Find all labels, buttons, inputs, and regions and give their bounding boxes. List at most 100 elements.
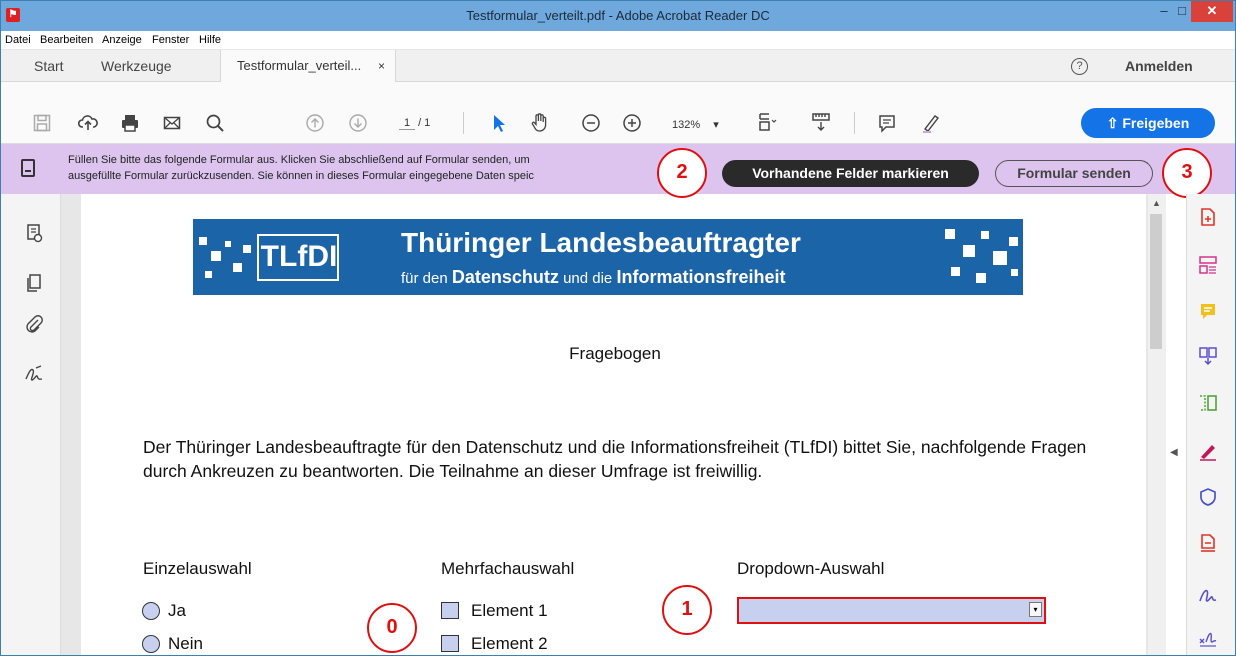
banner-subtitle-part: für den: [401, 270, 448, 287]
page-indicator: 1 / 1: [399, 117, 430, 130]
banner-pixel: [963, 245, 975, 257]
highlight-pen-icon[interactable]: [920, 112, 942, 134]
menu-window[interactable]: Fenster: [152, 34, 189, 46]
share-button[interactable]: ⇧ Freigeben: [1081, 108, 1215, 138]
acrobat-window: ⚑ Testformular_verteilt.pdf - Adobe Acro…: [0, 0, 1236, 656]
tab-start[interactable]: Start: [34, 50, 64, 82]
comment-icon[interactable]: [1198, 301, 1218, 321]
zoom-in-icon[interactable]: [621, 112, 643, 134]
page-number-input[interactable]: 1: [399, 117, 415, 130]
dropdown-label: Dropdown-Auswahl: [737, 559, 885, 578]
fill-sign-icon[interactable]: [1198, 441, 1218, 461]
window-title: Testformular_verteilt.pdf - Adobe Acroba…: [466, 8, 770, 23]
page-down-icon[interactable]: [347, 112, 369, 134]
pages-comment-icon[interactable]: [24, 223, 44, 243]
save-icon[interactable]: [31, 112, 53, 134]
document-heading-text: Fragebogen: [569, 344, 661, 363]
highlight-fields-button[interactable]: Vorhandene Felder markieren: [722, 160, 979, 187]
banner-pixel: [199, 237, 207, 245]
more-tools-icon[interactable]: [1198, 627, 1218, 647]
search-icon[interactable]: [204, 112, 226, 134]
collapse-right-panel-icon[interactable]: ◀: [1170, 447, 1178, 458]
banner-pixel: [945, 229, 955, 239]
help-icon[interactable]: ?: [1071, 58, 1088, 75]
attachment-icon[interactable]: [24, 314, 44, 334]
menu-edit[interactable]: Bearbeiten: [40, 34, 93, 46]
callout-0: 0: [367, 603, 417, 653]
page-up-icon[interactable]: [304, 112, 326, 134]
callout-2: 2: [657, 148, 707, 198]
multi-choice-label: Mehrfachauswahl: [441, 559, 575, 578]
protect-icon[interactable]: [1198, 487, 1218, 507]
comment-icon[interactable]: [876, 112, 898, 134]
banner-pixel: [951, 267, 960, 276]
create-pdf-icon[interactable]: [1198, 533, 1218, 553]
zoom-select[interactable]: 132% ▾: [672, 118, 719, 131]
toolbar-separator: [463, 112, 464, 134]
radio-no-label: Nein: [168, 634, 203, 653]
banner-pixel: [981, 231, 989, 239]
callout-1: 1: [662, 585, 712, 635]
banner-pixel: [205, 271, 212, 278]
checkbox-element-2[interactable]: [441, 635, 459, 652]
page-total: / 1: [418, 117, 431, 129]
print-icon[interactable]: [119, 112, 141, 134]
banner-subtitle-part: Informationsfreiheit: [616, 267, 786, 287]
document-paragraph: Der Thüringer Landesbeauftragte für den …: [143, 437, 1087, 481]
scroll-mode-icon[interactable]: [810, 111, 832, 133]
banner-subtitle: für den Datenschutz und die Informations…: [401, 267, 785, 288]
copy-pages-icon[interactable]: [24, 273, 44, 293]
banner-pixel: [243, 245, 251, 253]
banner-pixel: [233, 263, 242, 272]
tab-document[interactable]: Testformular_verteil... ×: [220, 50, 396, 82]
single-choice-label: Einzelauswahl: [143, 559, 252, 578]
scrollbar-thumb[interactable]: [1150, 214, 1162, 349]
checkbox-element-2-label: Element 2: [471, 634, 548, 653]
form-message: Füllen Sie bitte das folgende Formular a…: [68, 152, 668, 184]
form-message-line2: ausgefüllte Formular zurückzusenden. Sie…: [68, 170, 534, 182]
checkbox-element-1[interactable]: [441, 602, 459, 619]
title-bar: ⚑ Testformular_verteilt.pdf - Adobe Acro…: [1, 1, 1235, 31]
tlfdi-logo-text: TLfDI: [260, 240, 338, 273]
dropdown-field[interactable]: [737, 597, 1046, 624]
zoom-out-icon[interactable]: [580, 112, 602, 134]
banner-pixel: [225, 241, 231, 247]
zoom-value: 132%: [672, 119, 701, 131]
form-document-icon: [21, 159, 35, 177]
banner-pixel: [1009, 237, 1018, 246]
select-arrow-icon[interactable]: [488, 112, 510, 134]
menu-view[interactable]: Anzeige: [102, 34, 142, 46]
organize-pages-icon[interactable]: [1198, 255, 1218, 275]
combine-files-icon[interactable]: [1198, 346, 1218, 366]
left-navigation-rail: [1, 194, 61, 655]
form-message-line1: Füllen Sie bitte das folgende Formular a…: [68, 154, 530, 166]
tab-close-button[interactable]: ×: [378, 50, 385, 82]
close-window-button[interactable]: ✕: [1191, 1, 1233, 22]
menu-help[interactable]: Hilfe: [199, 34, 221, 46]
banner-pixel: [993, 251, 1007, 265]
fit-page-icon[interactable]: [756, 111, 778, 133]
radio-yes[interactable]: [142, 602, 160, 620]
edit-pdf-icon[interactable]: [1198, 393, 1218, 413]
scroll-up-icon[interactable]: ▲: [1152, 198, 1161, 208]
dropdown-arrow-icon[interactable]: ▾: [1029, 602, 1042, 617]
banner-subtitle-part: Datenschutz: [451, 267, 559, 287]
submit-form-button[interactable]: Formular senden: [995, 160, 1153, 187]
radio-no[interactable]: [142, 635, 160, 653]
document-heading: Fragebogen: [1, 344, 1235, 364]
upload-cloud-icon[interactable]: [77, 112, 99, 134]
banner-subtitle-part: und die: [563, 270, 613, 287]
banner-title: Thüringer Landesbeauftragter: [401, 227, 801, 258]
sign-icon[interactable]: [1198, 585, 1218, 605]
menu-file[interactable]: Datei: [5, 34, 31, 46]
tab-bar: Start Werkzeuge Testformular_verteil... …: [1, 50, 1235, 82]
export-pdf-icon[interactable]: [1198, 207, 1218, 227]
tab-tools[interactable]: Werkzeuge: [101, 50, 172, 82]
radio-yes-label: Ja: [168, 601, 186, 620]
sign-in-link[interactable]: Anmelden: [1125, 50, 1193, 82]
email-icon[interactable]: [161, 112, 183, 134]
signature-icon[interactable]: [24, 364, 44, 384]
share-icon: ⇧: [1106, 115, 1123, 131]
hand-icon[interactable]: [529, 111, 551, 133]
banner-pixel: [211, 251, 221, 261]
